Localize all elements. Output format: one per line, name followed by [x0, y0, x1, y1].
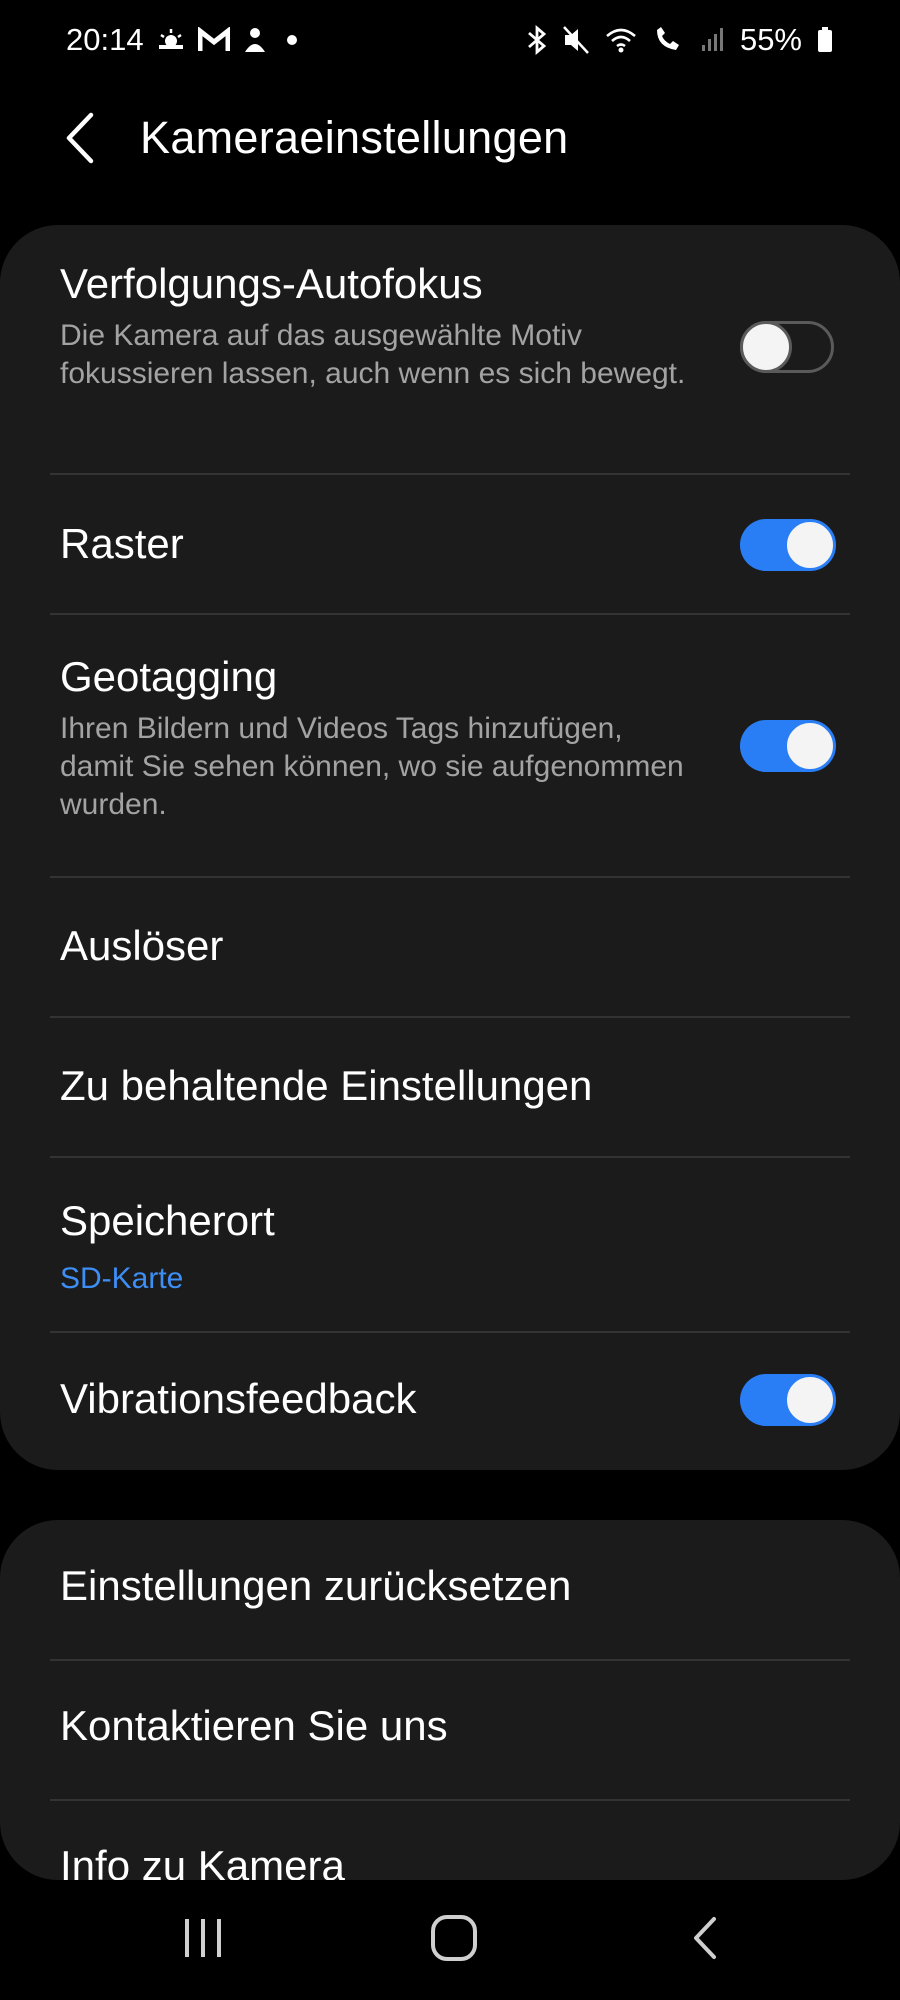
recent-apps-icon	[181, 1915, 225, 1966]
signal-icon	[700, 25, 726, 55]
storage-location-value: SD-Karte	[60, 1262, 184, 1295]
grid-toggle[interactable]	[740, 519, 836, 571]
home-button[interactable]	[419, 1910, 489, 1970]
about-camera-label: Info zu Kamera	[60, 1842, 345, 1880]
setting-tracking-autofocus[interactable]: Verfolgungs-Autofokus Die Kamera auf das…	[0, 225, 900, 475]
reset-settings-label: Einstellungen zurücksetzen	[60, 1562, 572, 1609]
setting-title: Speicherort	[60, 1197, 275, 1244]
notification-app-icon	[242, 26, 268, 54]
battery-percentage: 55%	[739, 22, 802, 57]
toggle-knob	[784, 720, 836, 772]
setting-geotagging[interactable]: Geotagging Ihren Bildern und Videos Tags…	[0, 615, 900, 877]
setting-title: Zu behaltende Einstellungen	[60, 1062, 593, 1109]
home-icon	[429, 1913, 479, 1968]
setting-storage-location[interactable]: Speicherort SD-Karte	[0, 1157, 900, 1332]
setting-vibration-feedback[interactable]: Vibrationsfeedback	[0, 1332, 900, 1470]
setting-title: Auslöser	[60, 922, 224, 969]
mute-icon	[562, 25, 590, 55]
gmail-icon	[197, 27, 230, 53]
setting-description: Ihren Bildern und Videos Tags hinzufügen…	[60, 712, 684, 821]
tracking-autofocus-toggle[interactable]	[740, 321, 834, 373]
toggle-knob	[740, 321, 792, 373]
more-options-card: Einstellungen zurücksetzen Kontaktieren …	[0, 1520, 900, 1880]
setting-description: Die Kamera auf das ausgewählte Motiv fok…	[60, 319, 686, 390]
vibration-feedback-toggle[interactable]	[740, 1374, 836, 1426]
status-time: 20:14	[66, 22, 144, 57]
setting-title: Vibrationsfeedback	[60, 1375, 417, 1422]
setting-grid[interactable]: Raster	[0, 475, 900, 615]
weather-icon	[156, 27, 186, 53]
reset-settings-item[interactable]: Einstellungen zurücksetzen	[0, 1520, 900, 1660]
chevron-left-icon	[63, 111, 97, 170]
setting-title: Verfolgungs-Autofokus	[60, 260, 483, 307]
battery-icon	[816, 25, 834, 55]
app-header: Kameraeinstellungen	[0, 90, 900, 190]
setting-shutter[interactable]: Auslöser	[0, 877, 900, 1017]
navigation-bar	[0, 1880, 900, 2000]
page-title: Kameraeinstellungen	[140, 112, 569, 163]
back-nav-button[interactable]	[670, 1910, 740, 1970]
wifi-call-icon	[652, 25, 686, 55]
toggle-knob	[784, 519, 836, 571]
wifi-icon	[604, 25, 638, 55]
setting-settings-to-keep[interactable]: Zu behaltende Einstellungen	[0, 1017, 900, 1157]
setting-title: Geotagging	[60, 653, 278, 700]
contact-us-item[interactable]: Kontaktieren Sie uns	[0, 1660, 900, 1800]
camera-settings-card: Verfolgungs-Autofokus Die Kamera auf das…	[0, 225, 900, 1470]
bluetooth-icon	[526, 25, 548, 55]
dot-icon	[280, 27, 304, 53]
status-bar: 20:14 55%	[0, 0, 900, 80]
about-camera-item[interactable]: Info zu Kamera	[0, 1800, 900, 1880]
setting-title: Raster	[60, 520, 184, 567]
contact-us-label: Kontaktieren Sie uns	[60, 1702, 448, 1749]
chevron-left-icon	[690, 1915, 720, 1966]
geotagging-toggle[interactable]	[740, 720, 836, 772]
toggle-knob	[784, 1374, 836, 1426]
back-button[interactable]	[50, 108, 110, 172]
recent-apps-button[interactable]	[168, 1910, 238, 1970]
